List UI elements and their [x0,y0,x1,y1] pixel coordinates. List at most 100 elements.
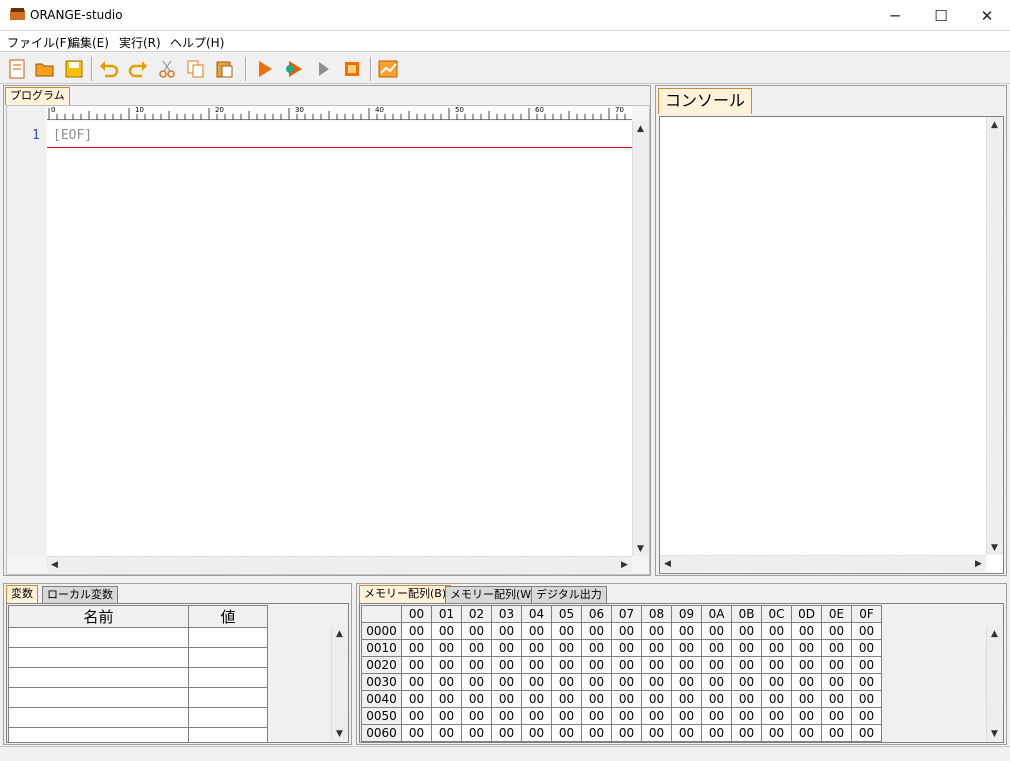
scroll-up-icon[interactable]: ▲ [987,626,1002,641]
memory-cell[interactable]: 00 [491,656,522,674]
memory-cell[interactable]: 00 [821,707,852,725]
menu-run[interactable]: 実行(R) [119,34,161,51]
memory-cell[interactable]: 00 [671,724,702,742]
memory-cell[interactable]: 00 [461,622,492,640]
table-row[interactable]: 0000 00 00 00 00 00 00 00 00 00 00 00 00 00 00 00 00 [361,622,882,640]
memory-cell[interactable]: 00 [791,707,822,725]
memory-cell[interactable]: 00 [761,690,792,708]
tab-local-variables[interactable]: ローカル変数 [42,586,118,603]
memory-cell[interactable]: 00 [431,724,462,742]
memory-cell[interactable]: 00 [701,673,732,691]
table-row[interactable] [8,627,268,648]
scroll-left-icon[interactable]: ◀ [660,556,675,571]
memory-cell[interactable]: 00 [671,639,702,657]
table-row[interactable]: 0040 00 00 00 00 00 00 00 00 00 00 00 00 00 00 00 00 [361,690,882,708]
memory-cell[interactable]: 00 [671,707,702,725]
table-row[interactable] [8,667,268,688]
cut-icon[interactable] [154,56,180,82]
memory-cell[interactable]: 00 [701,639,732,657]
memory-cell[interactable]: 00 [581,622,612,640]
memory-cell[interactable]: 00 [431,707,462,725]
memory-cell[interactable]: 00 [791,673,822,691]
memory-cell[interactable]: 00 [701,690,732,708]
memory-cell[interactable]: 00 [551,639,582,657]
memory-cell[interactable]: 00 [581,639,612,657]
tab-variables[interactable]: 変数 [6,585,38,603]
table-row[interactable]: 0010 00 00 00 00 00 00 00 00 00 00 00 00 00 00 00 00 [361,639,882,657]
memory-cell[interactable]: 00 [821,690,852,708]
memory-cell[interactable]: 00 [491,690,522,708]
variables-vscroll[interactable]: ▲ ▼ [331,626,348,741]
memory-cell[interactable]: 00 [611,673,642,691]
console-vscroll[interactable]: ▲ ▼ [986,117,1003,555]
memory-cell[interactable]: 00 [701,724,732,742]
memory-cell[interactable]: 00 [551,656,582,674]
memory-cell[interactable]: 00 [611,639,642,657]
memory-cell[interactable]: 00 [551,724,582,742]
memory-cell[interactable]: 00 [791,690,822,708]
memory-cell[interactable]: 00 [761,622,792,640]
scroll-up-icon[interactable]: ▲ [633,121,648,136]
memory-cell[interactable]: 00 [731,622,762,640]
memory-cell[interactable]: 00 [491,707,522,725]
menu-help[interactable]: ヘルプ(H) [170,34,224,51]
memory-cell[interactable]: 00 [671,690,702,708]
table-row[interactable]: 0020 00 00 00 00 00 00 00 00 00 00 00 00 00 00 00 00 [361,656,882,674]
memory-cell[interactable]: 00 [671,673,702,691]
maximize-button[interactable]: ☐ [918,0,964,31]
memory-cell[interactable]: 00 [821,656,852,674]
memory-cell[interactable]: 00 [791,724,822,742]
scroll-down-icon[interactable]: ▼ [987,726,1002,741]
memory-vscroll[interactable]: ▲ ▼ [986,626,1003,741]
paste-icon[interactable] [212,56,238,82]
memory-cell[interactable]: 00 [431,656,462,674]
memory-cell[interactable]: 00 [521,622,552,640]
memory-cell[interactable]: 00 [611,656,642,674]
memory-cell[interactable]: 00 [671,656,702,674]
memory-cell[interactable]: 00 [401,673,432,691]
copy-icon[interactable] [183,56,209,82]
memory-cell[interactable]: 00 [581,690,612,708]
memory-cell[interactable]: 00 [491,622,522,640]
table-row[interactable]: 0060 00 00 00 00 00 00 00 00 00 00 00 00 00 00 00 00 [361,724,882,742]
save-icon[interactable] [61,56,87,82]
memory-cell[interactable]: 00 [851,724,882,742]
memory-cell[interactable]: 00 [461,673,492,691]
scroll-right-icon[interactable]: ▶ [971,556,986,571]
memory-cell[interactable]: 00 [461,656,492,674]
memory-cell[interactable]: 00 [461,639,492,657]
memory-cell[interactable]: 00 [821,673,852,691]
graph-icon[interactable] [375,56,401,82]
memory-cell[interactable]: 00 [431,622,462,640]
memory-cell[interactable]: 00 [701,622,732,640]
memory-cell[interactable]: 00 [761,639,792,657]
memory-cell[interactable]: 00 [791,622,822,640]
memory-cell[interactable]: 00 [551,673,582,691]
memory-cell[interactable]: 00 [521,724,552,742]
menu-edit[interactable]: 編集(E) [68,34,109,51]
memory-cell[interactable]: 00 [761,707,792,725]
memory-cell[interactable]: 00 [521,690,552,708]
debug-icon[interactable] [281,56,307,82]
memory-cell[interactable]: 00 [641,639,672,657]
memory-cell[interactable]: 00 [731,724,762,742]
memory-cell[interactable]: 00 [581,724,612,742]
table-row[interactable]: 0050 00 00 00 00 00 00 00 00 00 00 00 00 00 00 00 00 [361,707,882,725]
memory-cell[interactable]: 00 [401,724,432,742]
memory-cell[interactable]: 00 [461,707,492,725]
memory-cell[interactable]: 00 [431,639,462,657]
tab-console[interactable]: コンソール [658,88,753,114]
memory-cell[interactable]: 00 [611,724,642,742]
memory-cell[interactable]: 00 [431,673,462,691]
code-editor[interactable]: [EOF] [47,121,632,556]
memory-cell[interactable]: 00 [701,656,732,674]
tab-program[interactable]: プログラム [5,87,70,105]
open-folder-icon[interactable] [32,56,58,82]
memory-cell[interactable]: 00 [401,656,432,674]
memory-cell[interactable]: 00 [851,690,882,708]
scroll-down-icon[interactable]: ▼ [633,541,648,556]
scroll-down-icon[interactable]: ▼ [987,540,1002,555]
memory-cell[interactable]: 00 [731,707,762,725]
memory-cell[interactable]: 00 [551,707,582,725]
memory-cell[interactable]: 00 [581,656,612,674]
